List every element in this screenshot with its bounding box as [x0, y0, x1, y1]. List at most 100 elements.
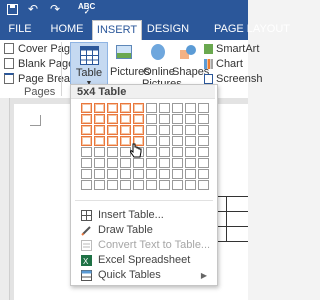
table-grid-cell[interactable]	[198, 103, 209, 113]
save-icon[interactable]	[7, 4, 18, 15]
tab-file[interactable]: FILE	[0, 20, 40, 40]
blank-page-button[interactable]: Blank Page	[4, 57, 74, 71]
table-grid-cell[interactable]	[146, 147, 157, 157]
table-grid-cell[interactable]	[94, 125, 105, 135]
undo-icon[interactable]: ↶	[28, 2, 38, 16]
insert-table-item[interactable]: Insert Table...	[71, 208, 215, 223]
table-grid-cell[interactable]	[159, 158, 170, 168]
table-grid-cell[interactable]	[81, 114, 92, 124]
table-grid-cell[interactable]	[107, 114, 118, 124]
table-grid-cell[interactable]	[133, 103, 144, 113]
chart-button[interactable]: Chart	[204, 57, 243, 71]
table-grid-cell[interactable]	[81, 125, 92, 135]
table-grid-cell[interactable]	[172, 169, 183, 179]
online-pictures-icon[interactable]	[151, 44, 165, 60]
pictures-icon[interactable]	[116, 45, 132, 59]
table-grid-cell[interactable]	[107, 125, 118, 135]
smartart-button[interactable]: SmartArt	[204, 42, 259, 56]
pictures-button[interactable]: Pictures	[110, 66, 150, 78]
table-grid-cell[interactable]	[159, 169, 170, 179]
table-grid-cell[interactable]	[185, 169, 196, 179]
table-grid-cell[interactable]	[198, 114, 209, 124]
table-grid-cell[interactable]	[159, 180, 170, 190]
table-grid-cell[interactable]	[172, 103, 183, 113]
tab-page-layout[interactable]: PAGE LAYOUT	[196, 20, 294, 40]
table-grid-cell[interactable]	[107, 158, 118, 168]
table-grid-cell[interactable]	[81, 169, 92, 179]
table-grid-cell[interactable]	[94, 136, 105, 146]
table-grid-cell[interactable]	[146, 158, 157, 168]
table-grid-cell[interactable]	[146, 114, 157, 124]
table-grid-cell[interactable]	[107, 103, 118, 113]
table-grid-cell[interactable]	[133, 158, 144, 168]
table-grid-cell[interactable]	[120, 125, 131, 135]
table-grid-cell[interactable]	[185, 147, 196, 157]
shapes-icon[interactable]	[180, 45, 196, 61]
table-grid-cell[interactable]	[172, 180, 183, 190]
table-grid-cell[interactable]	[185, 136, 196, 146]
table-grid-cell[interactable]	[198, 125, 209, 135]
tab-insert[interactable]: INSERT	[92, 20, 142, 41]
table-grid-cell[interactable]	[159, 147, 170, 157]
excel-spreadsheet-item[interactable]: X Excel Spreadsheet	[71, 253, 215, 268]
draw-table-item[interactable]: Draw Table	[71, 223, 215, 238]
table-grid-cell[interactable]	[120, 103, 131, 113]
shapes-button[interactable]: Shapes	[172, 66, 209, 78]
table-grid-cell[interactable]	[159, 125, 170, 135]
table-grid-cell[interactable]	[185, 114, 196, 124]
table-grid-cell[interactable]	[172, 125, 183, 135]
table-grid-cell[interactable]	[107, 147, 118, 157]
table-grid-cell[interactable]	[120, 114, 131, 124]
table-grid-cell[interactable]	[198, 169, 209, 179]
table-grid-cell[interactable]	[159, 103, 170, 113]
table-grid-cell[interactable]	[81, 136, 92, 146]
table-grid-cell[interactable]	[133, 169, 144, 179]
table-grid-cell[interactable]	[198, 147, 209, 157]
table-grid-cell[interactable]	[185, 103, 196, 113]
table-grid-cell[interactable]	[81, 180, 92, 190]
table-grid-cell[interactable]	[94, 180, 105, 190]
table-grid-cell[interactable]	[107, 136, 118, 146]
table-grid-cell[interactable]	[94, 114, 105, 124]
table-size-grid[interactable]	[81, 103, 209, 190]
table-grid-cell[interactable]	[185, 180, 196, 190]
table-grid-cell[interactable]	[107, 169, 118, 179]
table-grid-cell[interactable]	[185, 125, 196, 135]
spelling-icon[interactable]: ABC	[78, 3, 95, 18]
table-grid-cell[interactable]	[133, 180, 144, 190]
page-break-button[interactable]: Page Break	[4, 72, 75, 86]
table-grid-cell[interactable]	[172, 136, 183, 146]
table-grid-cell[interactable]	[198, 180, 209, 190]
table-grid-cell[interactable]	[146, 169, 157, 179]
table-grid-cell[interactable]	[120, 180, 131, 190]
table-grid-cell[interactable]	[81, 147, 92, 157]
table-grid-cell[interactable]	[198, 136, 209, 146]
table-grid-cell[interactable]	[81, 158, 92, 168]
tab-home[interactable]: HOME	[44, 20, 90, 40]
table-grid-cell[interactable]	[159, 114, 170, 124]
quick-tables-item[interactable]: Quick Tables ▶	[71, 268, 215, 283]
table-grid-cell[interactable]	[94, 103, 105, 113]
convert-text-to-table-item[interactable]: Convert Text to Table...	[71, 238, 215, 253]
table-grid-cell[interactable]	[133, 114, 144, 124]
redo-icon[interactable]: ↷	[50, 2, 60, 16]
table-grid-cell[interactable]	[120, 158, 131, 168]
table-grid-cell[interactable]	[146, 125, 157, 135]
table-grid-cell[interactable]	[185, 158, 196, 168]
table-grid-cell[interactable]	[172, 158, 183, 168]
table-grid-cell[interactable]	[94, 147, 105, 157]
table-grid-cell[interactable]	[107, 180, 118, 190]
table-grid-cell[interactable]	[172, 114, 183, 124]
table-grid-cell[interactable]	[146, 103, 157, 113]
table-grid-cell[interactable]	[146, 136, 157, 146]
table-grid-cell[interactable]	[120, 169, 131, 179]
table-grid-cell[interactable]	[159, 136, 170, 146]
table-grid-cell[interactable]	[94, 158, 105, 168]
table-grid-cell[interactable]	[198, 158, 209, 168]
table-grid-cell[interactable]	[81, 103, 92, 113]
table-grid-cell[interactable]	[94, 169, 105, 179]
table-grid-cell[interactable]	[133, 125, 144, 135]
table-grid-cell[interactable]	[172, 147, 183, 157]
table-grid-cell[interactable]	[146, 180, 157, 190]
tab-design[interactable]: DESIGN	[142, 20, 194, 40]
